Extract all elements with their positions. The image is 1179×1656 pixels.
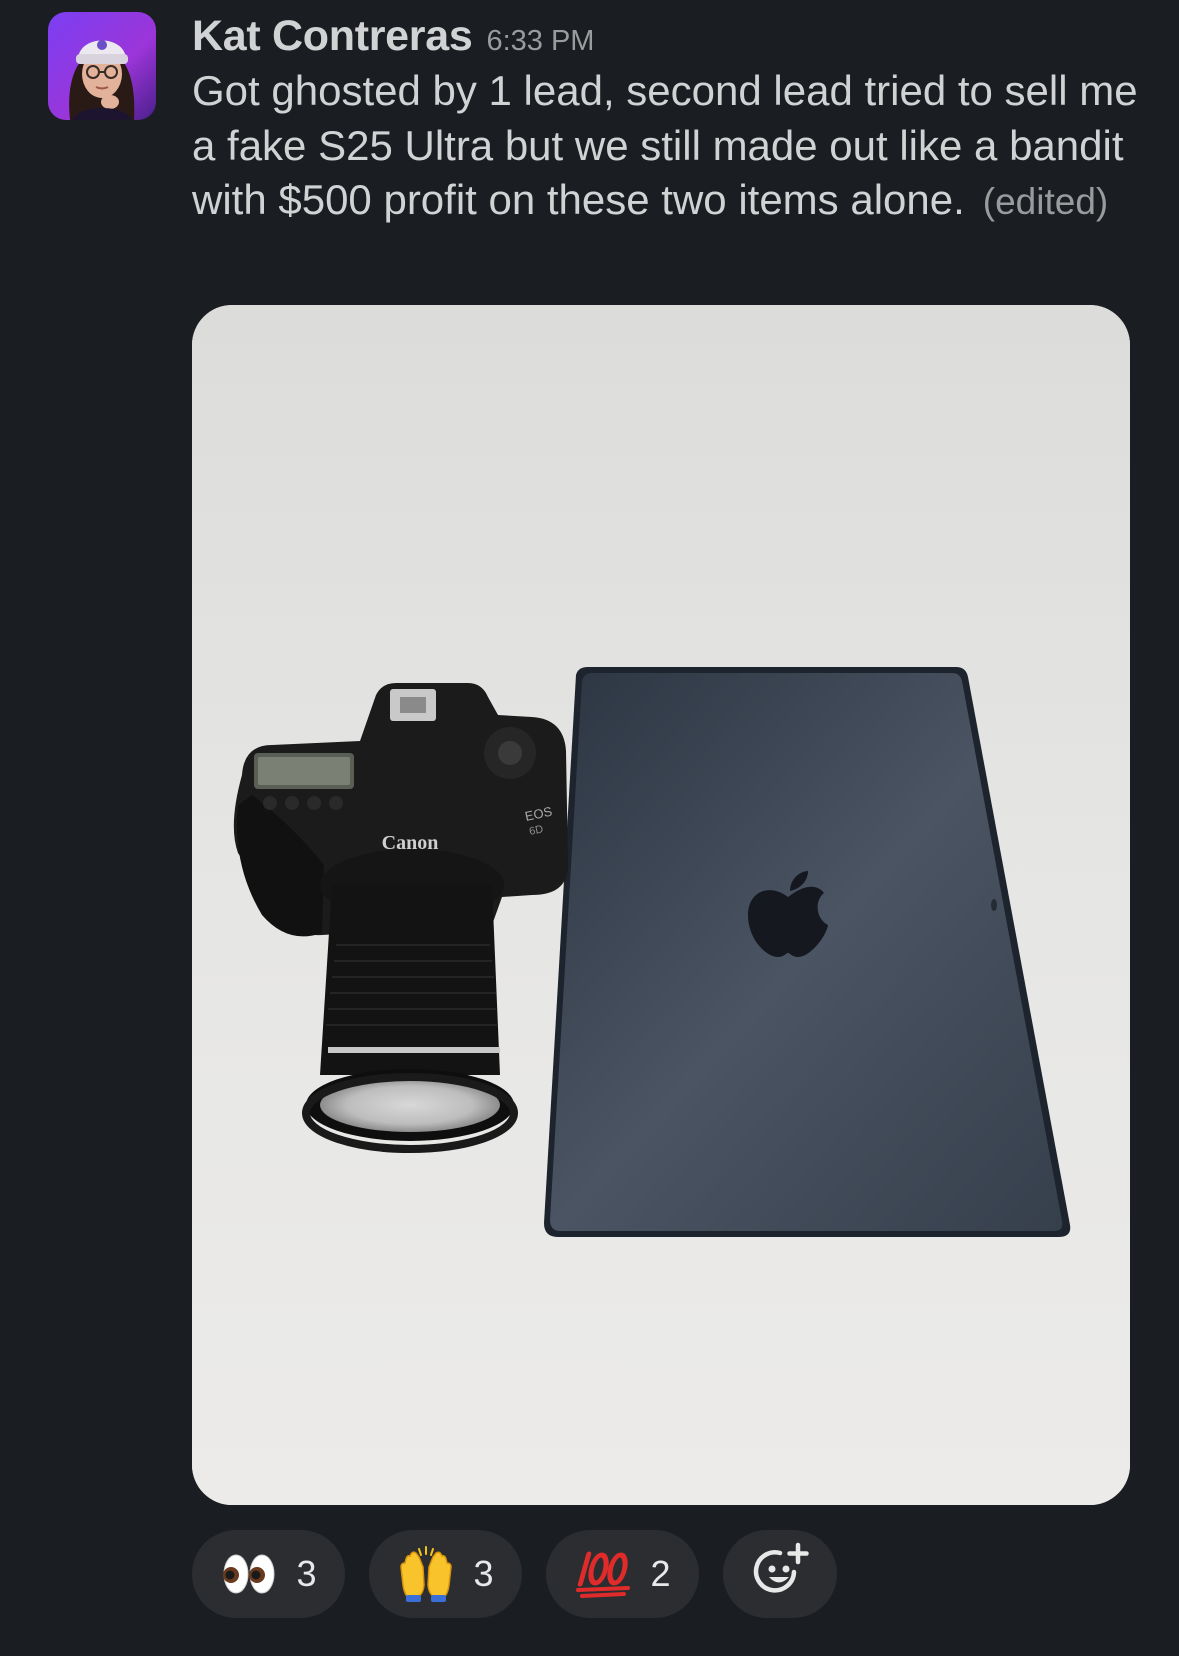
- reaction-raised-hands[interactable]: 3: [369, 1530, 522, 1618]
- add-reaction-button[interactable]: [723, 1530, 837, 1618]
- image-attachment[interactable]: Canon EOS 6D: [192, 305, 1130, 1505]
- add-emoji-icon: [750, 1542, 810, 1607]
- message-item: Kat Contreras 6:33 PM Got ghosted by 1 l…: [0, 0, 1179, 1656]
- avatar[interactable]: [48, 12, 156, 120]
- reactions-bar: 3 3 2: [192, 1530, 837, 1618]
- message-timestamp[interactable]: 6:33 PM: [486, 25, 594, 58]
- reaction-eyes[interactable]: 3: [192, 1530, 345, 1618]
- reaction-count: 3: [473, 1553, 494, 1594]
- eyes-icon: [220, 1545, 278, 1603]
- raised-hands-icon: [397, 1545, 455, 1603]
- reaction-count: 2: [650, 1553, 671, 1594]
- hundred-points-icon: [574, 1545, 632, 1603]
- message-body: Got ghosted by 1 lead, second lead tried…: [192, 64, 1152, 230]
- reaction-count: 3: [296, 1553, 317, 1594]
- message-header: Kat Contreras 6:33 PM: [192, 12, 594, 68]
- sender-name[interactable]: Kat Contreras: [192, 12, 473, 61]
- reaction-hundred-points[interactable]: 2: [546, 1530, 699, 1618]
- edited-label: (edited): [982, 181, 1109, 222]
